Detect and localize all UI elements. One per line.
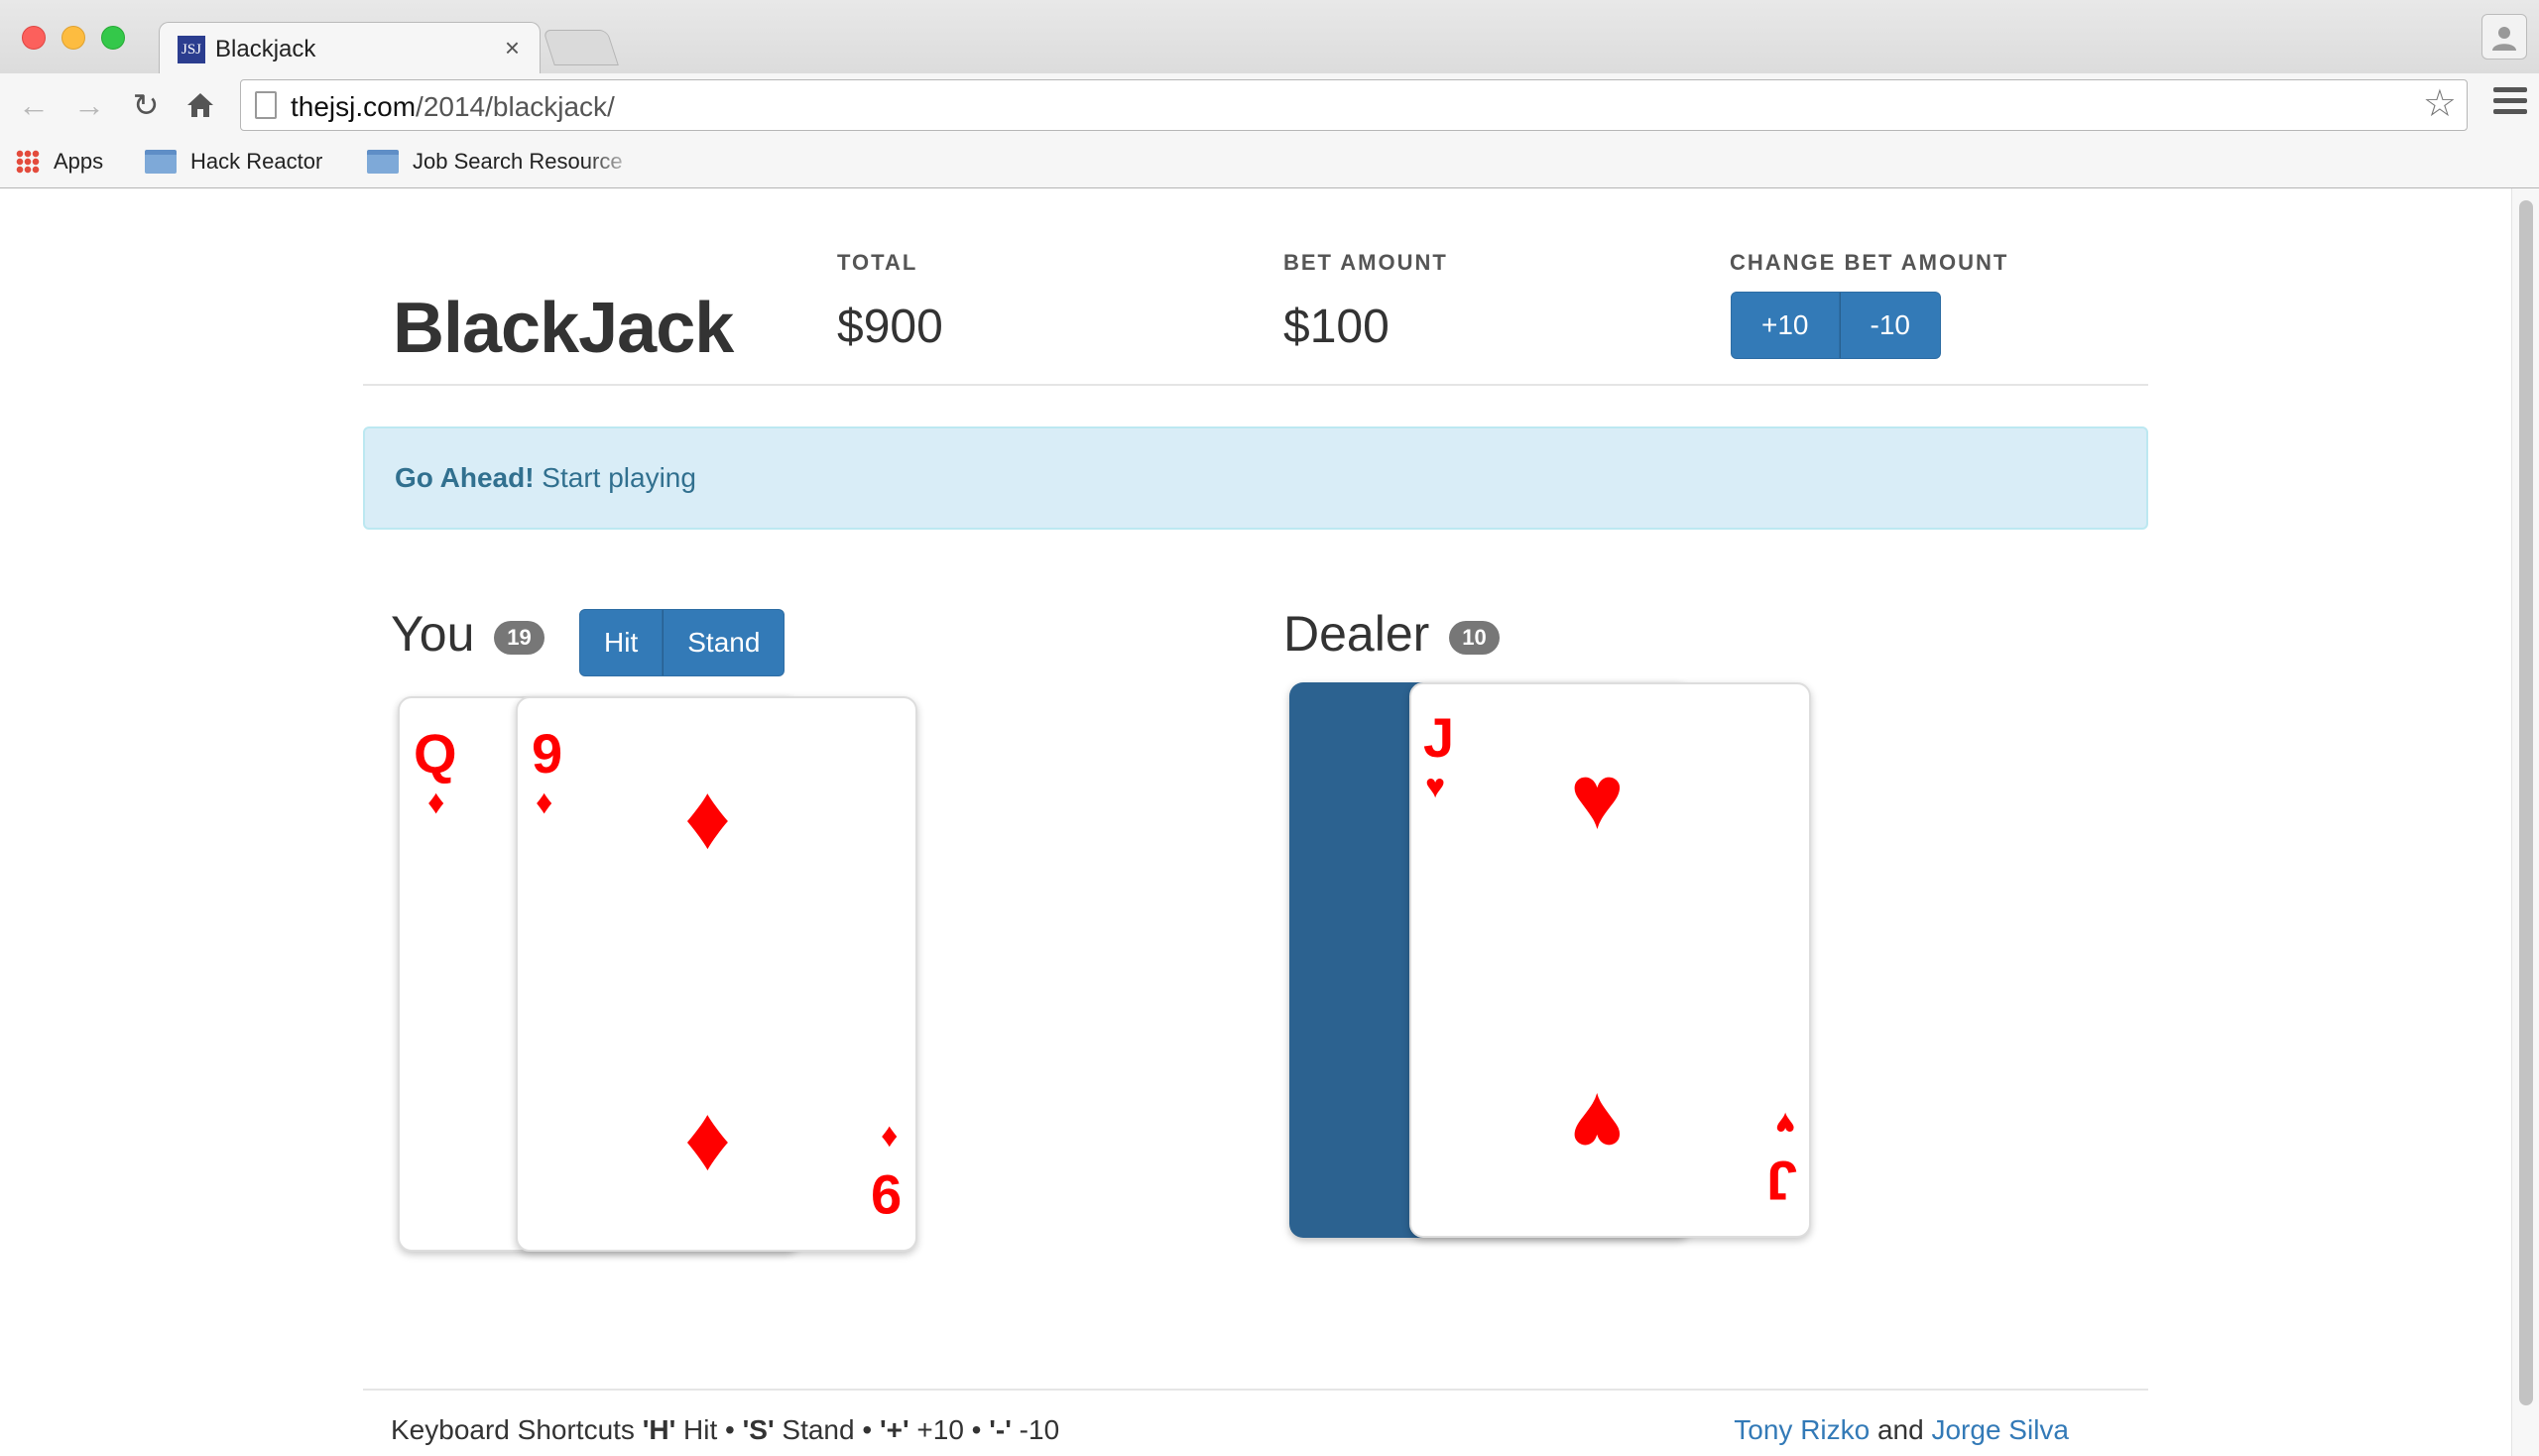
heart-icon: ♥: [1570, 1074, 1625, 1175]
status-alert: Go Ahead! Start playing: [363, 426, 2148, 530]
keyboard-shortcuts: Keyboard Shortcuts 'H' Hit • 'S' Stand •…: [391, 1414, 1060, 1445]
reload-icon[interactable]: ↻: [126, 85, 166, 125]
card-rank: 9: [870, 1163, 902, 1226]
heart-icon: ♥: [1774, 1105, 1795, 1143]
forward-arrow-icon[interactable]: →: [69, 85, 109, 125]
favicon-icon: JSJ: [178, 36, 205, 63]
total-value: $900: [837, 301, 943, 353]
diamond-icon: ♦: [684, 1088, 731, 1189]
author-link-tony[interactable]: Tony Rizko: [1734, 1414, 1870, 1445]
apps-grid-icon: [16, 150, 40, 174]
dealer-card-2: J ♥ ♥ ♥ ♥ J: [1409, 682, 1811, 1238]
bookmark-job-search[interactable]: Job Search Resource: [367, 147, 640, 177]
page-title: BlackJack: [393, 289, 734, 368]
tab-title: Blackjack: [215, 36, 316, 62]
alert-text: Start playing: [534, 462, 696, 493]
profile-icon[interactable]: [2481, 14, 2527, 60]
card-rank: J: [1423, 706, 1455, 769]
page-content: BlackJack TOTAL $900 BET AMOUNT $100 CHA…: [0, 188, 2539, 1456]
player-label: You: [391, 606, 475, 662]
menu-icon[interactable]: [2493, 87, 2527, 117]
diamond-icon: ♦: [427, 784, 445, 821]
card-rank: J: [1765, 1150, 1797, 1212]
stand-button[interactable]: Stand: [663, 609, 786, 676]
bookmark-hack-reactor[interactable]: Hack Reactor: [145, 147, 322, 177]
scrollbar-thumb[interactable]: [2519, 200, 2533, 1405]
header-divider: [363, 384, 2148, 386]
change-bet-label: CHANGE BET AMOUNT: [1730, 250, 2009, 275]
title-bar: JSJ Blackjack ×: [0, 0, 2539, 73]
card-rank: 9: [532, 722, 563, 785]
total-label: TOTAL: [837, 250, 918, 275]
folder-icon: [145, 150, 177, 174]
dealer-hand-title: Dealer 10: [1283, 605, 1500, 663]
folder-icon: [367, 150, 399, 174]
tab-close-icon[interactable]: ×: [505, 33, 520, 63]
bet-amount-value: $100: [1283, 301, 1390, 353]
player-score-badge: 19: [494, 620, 544, 655]
new-tab-button[interactable]: [543, 30, 619, 65]
page-scrollbar[interactable]: [2511, 188, 2539, 1456]
minimize-window-button[interactable]: [61, 26, 85, 50]
dealer-score-badge: 10: [1449, 620, 1500, 655]
heart-icon: ♥: [1425, 768, 1446, 805]
home-icon[interactable]: [181, 85, 220, 125]
author-link-jorge[interactable]: Jorge Silva: [1931, 1414, 2069, 1445]
player-card-2: 9 ♦ ♦ ♦ ♦ 9: [516, 696, 917, 1252]
address-bar[interactable]: thejsj.com/2014/blackjack/ ☆: [240, 79, 2468, 131]
diamond-icon: ♦: [536, 784, 553, 821]
heart-icon: ♥: [1570, 747, 1625, 848]
player-hand-title: You 19: [391, 605, 544, 663]
dealer-label: Dealer: [1283, 606, 1430, 662]
browser-chrome: JSJ Blackjack × ← → ↻ thejsj.com/2014/bl…: [0, 0, 2539, 188]
close-window-button[interactable]: [22, 26, 46, 50]
change-bet-buttons: +10 -10: [1731, 292, 1941, 359]
decrease-bet-button[interactable]: -10: [1839, 292, 1941, 359]
bet-amount-label: BET AMOUNT: [1283, 250, 1448, 275]
bookmark-star-icon[interactable]: ☆: [2423, 84, 2457, 124]
diamond-icon: ♦: [684, 767, 731, 868]
bookmark-apps[interactable]: Apps: [16, 147, 103, 177]
url-text: thejsj.com/2014/blackjack/: [291, 91, 615, 122]
bookmarks-bar: Apps Hack Reactor Job Search Resource: [0, 139, 2539, 188]
footer-divider: [363, 1389, 2148, 1391]
card-rank: Q: [414, 722, 457, 785]
increase-bet-button[interactable]: +10: [1731, 292, 1840, 359]
player-action-buttons: Hit Stand: [579, 609, 786, 676]
diamond-icon: ♦: [880, 1119, 898, 1156]
hit-button[interactable]: Hit: [579, 609, 664, 676]
alert-strong: Go Ahead!: [395, 462, 535, 493]
credits: Tony Rizko and Jorge Silva: [1734, 1414, 2069, 1445]
browser-tab[interactable]: JSJ Blackjack ×: [159, 22, 541, 73]
zoom-window-button[interactable]: [101, 26, 125, 50]
page-icon: [255, 91, 277, 119]
back-arrow-icon[interactable]: ←: [14, 85, 54, 125]
browser-toolbar: ← → ↻ thejsj.com/2014/blackjack/ ☆: [0, 73, 2539, 139]
